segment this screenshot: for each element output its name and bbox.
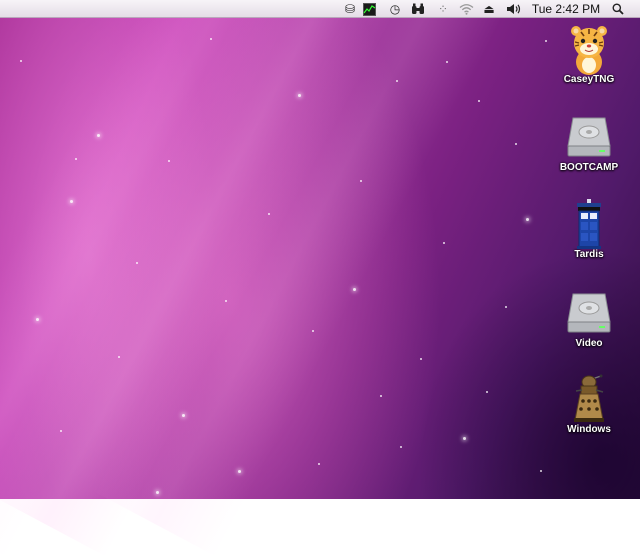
desktop-icon-windows[interactable]: Windows [549, 374, 629, 435]
star [505, 306, 507, 308]
police-box-icon [567, 199, 611, 249]
star [118, 356, 120, 358]
dalek-icon [567, 374, 611, 422]
activity-monitor-icon[interactable] [362, 1, 376, 17]
desktop-icon-label: BOOTCAMP [559, 162, 619, 173]
desktop-icon-tardis[interactable]: Tardis [549, 199, 629, 260]
star [380, 395, 382, 397]
star [446, 61, 448, 63]
star [156, 491, 159, 494]
star [515, 143, 517, 145]
script-menu-icon[interactable]: ⛁ [343, 1, 357, 17]
volume-icon[interactable] [505, 1, 521, 17]
desktop-icon-caseytng[interactable]: CaseyTNG [549, 24, 629, 85]
tiger-icon [567, 24, 611, 75]
star [486, 391, 488, 393]
star [210, 38, 212, 40]
star [298, 94, 301, 97]
star [526, 218, 529, 221]
star [20, 60, 22, 62]
menu-clock[interactable]: Tue 2:42 PM [530, 1, 602, 17]
desktop-icon-bootcamp[interactable]: BOOTCAMP [549, 112, 629, 173]
star [225, 300, 227, 302]
star [312, 330, 314, 332]
eject-icon[interactable]: ⏏ [483, 1, 495, 17]
star [268, 213, 270, 215]
star [97, 134, 100, 137]
star [545, 40, 547, 42]
star [70, 200, 73, 203]
star [168, 160, 170, 162]
desktop-icon-label: Video [575, 338, 603, 349]
star [420, 358, 422, 360]
star [400, 446, 402, 448]
star [60, 430, 62, 432]
star [36, 318, 39, 321]
hard-drive-icon [567, 112, 611, 160]
star [463, 437, 466, 440]
star [238, 470, 241, 473]
star [396, 80, 398, 82]
spaces-icon[interactable]: ⁘ [436, 1, 450, 17]
star [136, 262, 138, 264]
desktop-icon-label: Windows [567, 424, 611, 435]
spotlight-search-icon[interactable] [610, 1, 626, 17]
star [443, 242, 445, 244]
desktop-icon-video[interactable]: Video [549, 288, 629, 349]
wifi-icon[interactable] [458, 1, 474, 17]
menu-bar: ⛁ ◷ ⁘ ⏏ Tue 2:42 PM [0, 0, 640, 18]
hard-drive-icon [567, 288, 611, 336]
star [478, 100, 480, 102]
star [75, 158, 77, 160]
star [540, 470, 542, 472]
desktop-icon-label: Tardis [574, 249, 604, 260]
desktop-wallpaper [0, 0, 640, 557]
star [182, 414, 185, 417]
time-machine-icon[interactable]: ◷ [388, 1, 402, 17]
binoculars-icon[interactable] [411, 1, 425, 17]
star [353, 288, 356, 291]
star [318, 463, 320, 465]
star [360, 180, 362, 182]
